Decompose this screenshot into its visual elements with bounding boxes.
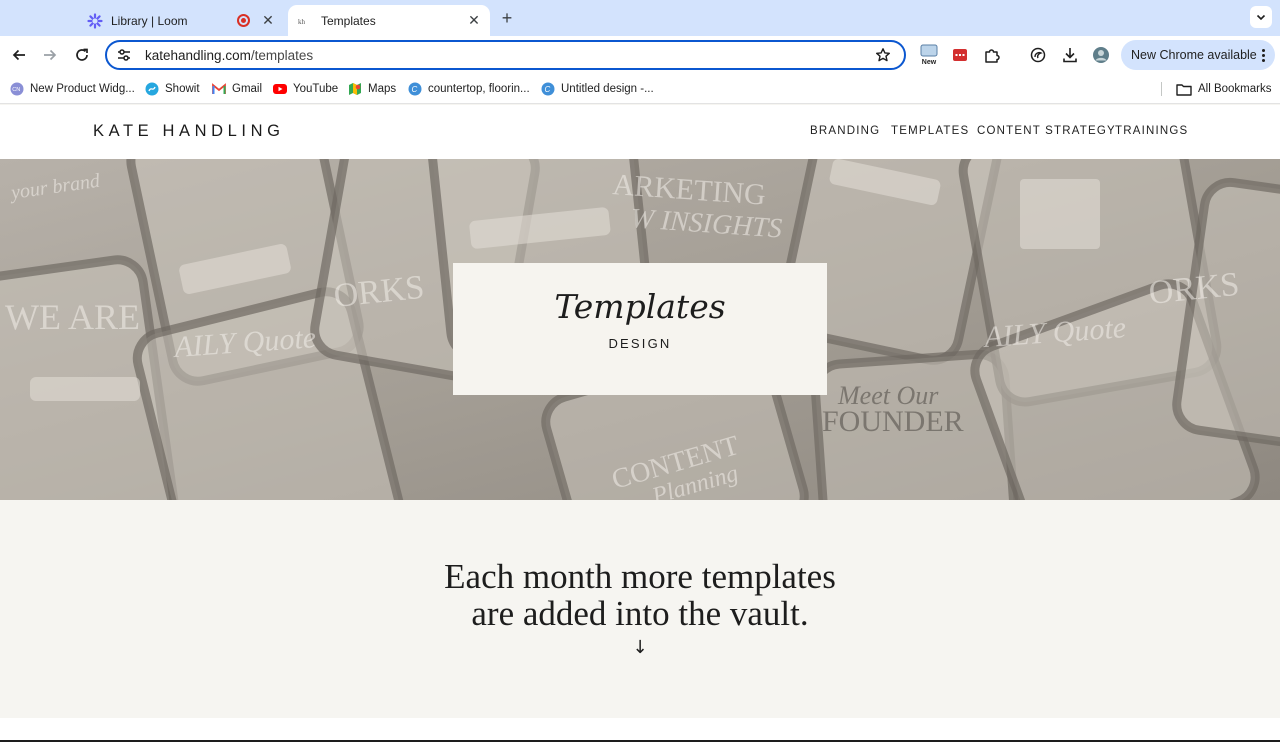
extensions-button[interactable] (981, 44, 1003, 66)
bookmark-label: Maps (368, 83, 397, 95)
folder-icon (1176, 82, 1192, 96)
bookmark-label: Untitled design -... (561, 83, 654, 95)
close-tab-icon[interactable]: ✕ (260, 12, 276, 29)
bookmark-star-icon[interactable] (874, 46, 892, 64)
site-logo[interactable]: KATE HANDLING (93, 122, 285, 141)
screen-extension-icon (920, 44, 938, 57)
tab-loom-library[interactable]: Library | Loom ✕ (78, 5, 284, 36)
bookmark-label: Gmail (232, 83, 263, 95)
new-chrome-available-button[interactable]: New Chrome available (1121, 40, 1275, 70)
canva-icon: C (408, 82, 422, 96)
extension-swirl-button[interactable] (1027, 44, 1049, 66)
canva-icon: C (541, 82, 555, 96)
collage-text: FOUNDER (822, 405, 964, 438)
site-header: KATE HANDLING BRANDING TEMPLATES CONTENT… (0, 105, 1280, 159)
vault-heading-line-1: Each month more templates (444, 557, 836, 596)
tab-templates[interactable]: kh Templates ✕ (288, 5, 490, 36)
new-tab-button[interactable]: + (496, 8, 518, 28)
site-info-icon[interactable] (116, 47, 132, 63)
reload-icon (76, 48, 88, 61)
maps-icon (348, 82, 362, 96)
svg-text:kh: kh (298, 18, 306, 26)
nav-trainings[interactable]: TRAININGS (1115, 125, 1188, 137)
address-bar[interactable]: katehandling.com/templates (105, 40, 906, 70)
downloads-button[interactable] (1059, 44, 1081, 66)
kh-favicon: kh (297, 13, 313, 29)
bookmark-youtube[interactable]: YouTube (273, 80, 338, 98)
hero-subtitle: DESIGN (608, 336, 672, 351)
extension-badge: New (921, 59, 937, 66)
collage-text: WE ARE (5, 297, 140, 337)
hero-title-card: Templates DESIGN (453, 263, 827, 395)
svg-text:CN: CN (12, 87, 20, 93)
chevron-down-icon (1256, 14, 1266, 21)
browser-toolbar: katehandling.com/templates New New Chrom… (0, 36, 1280, 74)
gmail-icon (212, 82, 226, 96)
avatar-icon (1093, 47, 1109, 63)
bookmark-untitled-design[interactable]: C Untitled design -... (541, 80, 654, 98)
bookmarks-divider (1161, 82, 1162, 96)
youtube-icon (273, 82, 287, 96)
hero-banner: your brand ARKETING W INSIGHTS WE ARE AI… (0, 159, 1280, 500)
bookmark-label: New Product Widg... (30, 83, 135, 95)
loom-icon (87, 12, 103, 29)
back-button[interactable] (8, 44, 30, 66)
browser-tab-strip: Library | Loom ✕ kh Templates ✕ + (0, 0, 1280, 36)
nav-branding[interactable]: BRANDING (810, 125, 880, 137)
close-tab-icon[interactable]: ✕ (466, 12, 482, 29)
all-bookmarks-button[interactable]: All Bookmarks (1176, 80, 1272, 98)
more-menu-icon[interactable] (1261, 48, 1265, 62)
showit-icon (145, 82, 159, 96)
nav-content-strategy[interactable]: CONTENT STRATEGY (977, 125, 1116, 137)
reload-button[interactable] (71, 44, 93, 66)
bookmark-new-product-widget[interactable]: CN New Product Widg... (10, 80, 135, 98)
arrow-down-icon: ↓ (632, 637, 648, 658)
url-host: katehandling.com (145, 47, 251, 63)
tab-title: Templates (321, 13, 376, 28)
url-text: katehandling.com/templates (145, 48, 874, 63)
puzzle-icon (985, 49, 1000, 63)
arrow-right-icon (44, 49, 57, 61)
hero-title: Templates (554, 287, 726, 326)
cn-icon: CN (10, 82, 24, 96)
download-icon (1063, 48, 1077, 63)
extension-red-button[interactable] (949, 44, 971, 66)
update-label: New Chrome available (1131, 48, 1257, 62)
profile-avatar[interactable] (1090, 44, 1112, 66)
vault-heading-line-2: are added into the vault. (471, 594, 809, 633)
svg-text:C: C (545, 85, 551, 94)
bookmark-maps[interactable]: Maps (348, 80, 396, 98)
url-path: /templates (250, 47, 314, 63)
bookmark-label: Showit (165, 83, 200, 95)
bookmark-showit[interactable]: Showit (145, 80, 200, 98)
bookmarks-bar: CN New Product Widg... Showit Gmail YouT… (0, 74, 1280, 104)
bookmark-gmail[interactable]: Gmail (212, 80, 262, 98)
recording-icon (237, 14, 250, 27)
tab-search-button[interactable] (1250, 6, 1272, 28)
swirl-icon (1030, 47, 1046, 63)
forward-button[interactable] (39, 44, 61, 66)
bookmark-label: countertop, floorin... (428, 83, 530, 95)
all-bookmarks-label: All Bookmarks (1198, 83, 1272, 95)
bookmark-label: YouTube (293, 83, 339, 95)
extension-new-button[interactable]: New (918, 44, 940, 66)
bookmark-countertop[interactable]: C countertop, floorin... (408, 80, 530, 98)
svg-text:C: C (412, 85, 418, 94)
vault-intro-section: Each month more templates are added into… (0, 500, 1280, 718)
red-extension-icon (953, 49, 967, 61)
nav-templates[interactable]: TEMPLATES (891, 125, 969, 137)
next-section-edge (0, 718, 1280, 742)
arrow-left-icon (12, 49, 25, 61)
tab-title: Library | Loom (111, 13, 188, 28)
